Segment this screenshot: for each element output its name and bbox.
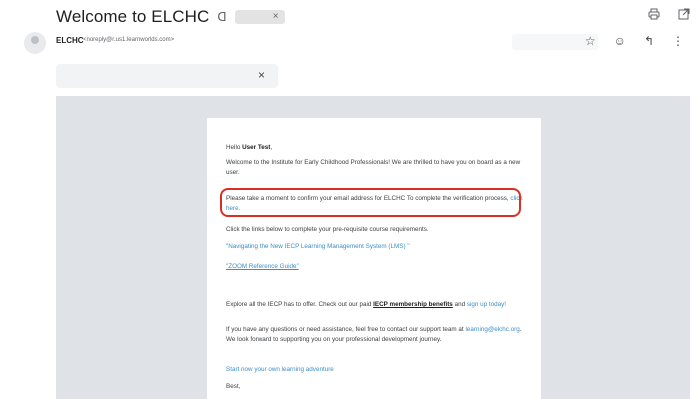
explore-text: Explore all the IECP has to offer. Check… (226, 301, 372, 308)
greeting: Hello User Test, (226, 143, 526, 153)
questions-paragraph: If you have any questions or need assist… (226, 325, 526, 344)
avatar[interactable] (24, 32, 46, 54)
emoji-reaction-icon[interactable]: ☺ (614, 34, 626, 48)
explore-paragraph: Explore all the IECP has to offer. Check… (226, 300, 526, 310)
lms-guide-link-row: "Navigating the New IECP Learning Manage… (226, 242, 526, 252)
star-icon[interactable]: ☆ (585, 34, 596, 48)
membership-benefits-link[interactable]: IECP membership benefits (373, 301, 453, 308)
label-chip[interactable]: × (234, 10, 285, 24)
signup-link[interactable]: sign up today! (467, 301, 506, 308)
open-in-new-window-icon[interactable] (678, 8, 690, 23)
adventure-link-row: Start now your own learning adventure (226, 365, 526, 375)
top-actions (648, 8, 690, 23)
questions-text: If you have any questions or need assist… (226, 326, 464, 333)
sender-name[interactable]: ELCHC (56, 36, 84, 45)
sender-actions: ☆ ☺ ↰ ⋮ (585, 34, 684, 48)
greeting-suffix: , (270, 144, 273, 151)
adventure-link[interactable]: Start now your own learning adventure (226, 366, 334, 373)
greeting-prefix: Hello (226, 144, 243, 151)
zoom-guide-link-row: "ZOOM Reference Guide" (226, 262, 526, 272)
greeting-name: User Test (242, 144, 271, 151)
explore-and: and (454, 301, 466, 308)
sender-email: <noreply@r.us1.learnworlds.com> (83, 37, 175, 43)
intro-paragraph: Welcome to the Institute for Early Child… (226, 159, 521, 176)
label-chip-close-icon[interactable]: × (273, 10, 279, 24)
sender-row: ELCHC <noreply@r.us1.learnworlds.com> ☆ … (20, 30, 690, 56)
print-icon[interactable] (648, 8, 660, 23)
label-icon[interactable]: ᗡ (217, 10, 226, 24)
notice-banner: × (56, 64, 278, 88)
prereq-paragraph: Click the links below to complete your p… (226, 226, 429, 233)
banner-close-icon[interactable]: × (258, 68, 265, 82)
reply-icon[interactable]: ↰ (644, 34, 654, 48)
zoom-guide-link[interactable]: "ZOOM Reference Guide" (226, 263, 299, 270)
highlight-annotation (220, 188, 521, 217)
support-email-link[interactable]: learning@elchc.org (465, 326, 519, 333)
subject-row: Welcome to ELCHC ᗡ × (56, 4, 285, 30)
closing: Best, (226, 383, 241, 390)
email-subject: Welcome to ELCHC (56, 7, 210, 26)
more-vertical-icon[interactable]: ⋮ (672, 34, 684, 48)
lms-guide-link[interactable]: "Navigating the New IECP Learning Manage… (226, 243, 410, 250)
